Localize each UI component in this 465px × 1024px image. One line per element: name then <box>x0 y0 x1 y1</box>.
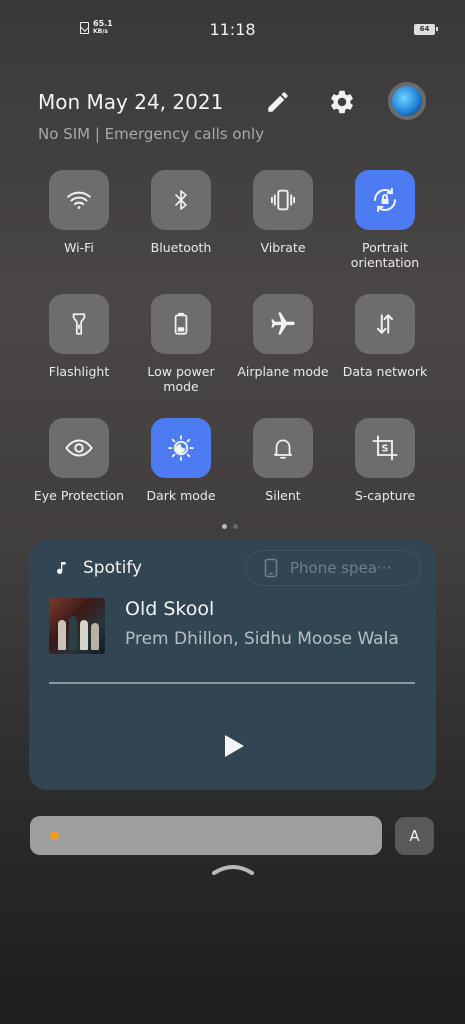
tile-dark-mode[interactable]: Dark mode <box>130 418 232 503</box>
tile-label: Dark mode <box>146 488 216 503</box>
tile-label: Wi-Fi <box>64 240 94 255</box>
page-dot-active <box>222 524 227 529</box>
clock: 11:18 <box>209 20 256 39</box>
track-title: Old Skool <box>125 598 215 620</box>
progress-bar[interactable] <box>49 682 415 684</box>
silent-toggle[interactable] <box>253 418 313 478</box>
bluetooth-toggle[interactable] <box>151 170 211 230</box>
dark-mode-icon <box>168 435 194 461</box>
svg-text:S: S <box>382 444 389 455</box>
output-device-label: Phone spea··· <box>290 559 392 577</box>
edit-button[interactable] <box>260 84 296 120</box>
tile-data-network[interactable]: Data network <box>334 294 436 379</box>
battery-icon <box>174 312 188 335</box>
media-app-name: Spotify <box>83 558 143 578</box>
sun-icon <box>50 831 59 840</box>
brightness-slider[interactable] <box>30 816 382 855</box>
wifi-toggle[interactable] <box>49 170 109 230</box>
play-icon <box>225 735 244 757</box>
airplane-icon <box>271 312 295 335</box>
track-artist: Prem Dhillon, Sidhu Moose Wala <box>125 629 399 649</box>
pencil-icon <box>268 92 288 112</box>
tile-bluetooth[interactable]: Bluetooth <box>130 170 232 255</box>
collapse-handle-icon[interactable] <box>211 861 255 877</box>
status-bar: 65.1 KB/s 11:18 64 <box>0 0 465 58</box>
tile-silent[interactable]: Silent <box>232 418 334 503</box>
media-player-card[interactable]: Spotify Phone spea··· Old Skool Prem Dhi… <box>29 540 436 790</box>
flashlight-toggle[interactable] <box>49 294 109 354</box>
tile-flashlight[interactable]: Flashlight <box>28 294 130 379</box>
tile-label: Eye Protection <box>33 488 125 503</box>
media-app-header: Spotify <box>53 558 142 578</box>
rotation-lock-toggle[interactable] <box>355 170 415 230</box>
wifi-icon <box>67 191 91 209</box>
flashlight-icon <box>72 313 86 335</box>
tile-label: Airplane mode <box>237 364 329 379</box>
low-power-toggle[interactable] <box>151 294 211 354</box>
tile-label: Data network <box>342 364 428 379</box>
data-network-toggle[interactable] <box>355 294 415 354</box>
bluetooth-icon <box>175 190 187 210</box>
airplane-toggle[interactable] <box>253 294 313 354</box>
vibrate-icon <box>270 189 296 211</box>
tile-label: Flashlight <box>48 364 110 379</box>
tile-label: Vibrate <box>260 240 306 255</box>
date-label: Mon May 24, 2021 <box>38 90 224 114</box>
tile-label: Low power mode <box>147 364 215 394</box>
tile-label: Bluetooth <box>150 240 212 255</box>
bell-icon <box>274 439 292 459</box>
sim-status: No SIM | Emergency calls only <box>38 125 265 143</box>
tile-label: Silent <box>265 488 301 503</box>
album-art <box>49 598 105 654</box>
gear-icon <box>331 90 353 114</box>
tile-wifi[interactable]: Wi-Fi <box>28 170 130 255</box>
page-indicator <box>222 524 238 529</box>
page-dot <box>233 524 238 529</box>
avatar[interactable] <box>388 82 426 120</box>
dark-mode-toggle[interactable] <box>151 418 211 478</box>
auto-brightness-button[interactable]: A <box>395 817 434 855</box>
tile-portrait-orientation[interactable]: Portrait orientation <box>334 170 436 270</box>
tile-low-power[interactable]: Low power mode <box>130 294 232 394</box>
music-note-icon <box>57 562 66 575</box>
phone-icon <box>264 558 278 578</box>
eye-icon <box>65 439 93 457</box>
vibrate-toggle[interactable] <box>253 170 313 230</box>
settings-button[interactable] <box>324 84 360 120</box>
output-device-button[interactable]: Phone spea··· <box>245 550 421 586</box>
eye-protection-toggle[interactable] <box>49 418 109 478</box>
s-capture-toggle[interactable]: S <box>355 418 415 478</box>
tile-s-capture[interactable]: S S-capture <box>334 418 436 503</box>
battery-icon: 64 <box>414 24 438 35</box>
play-button[interactable] <box>222 733 246 759</box>
rotation-lock-icon <box>374 187 396 213</box>
tile-vibrate[interactable]: Vibrate <box>232 170 334 255</box>
tile-airplane[interactable]: Airplane mode <box>232 294 334 379</box>
tile-label: Portrait orientation <box>350 240 420 270</box>
screenshot-icon: S <box>372 435 398 461</box>
tile-eye-protection[interactable]: Eye Protection <box>28 418 130 503</box>
tile-label: S-capture <box>354 488 416 503</box>
data-arrows-icon <box>376 314 394 334</box>
